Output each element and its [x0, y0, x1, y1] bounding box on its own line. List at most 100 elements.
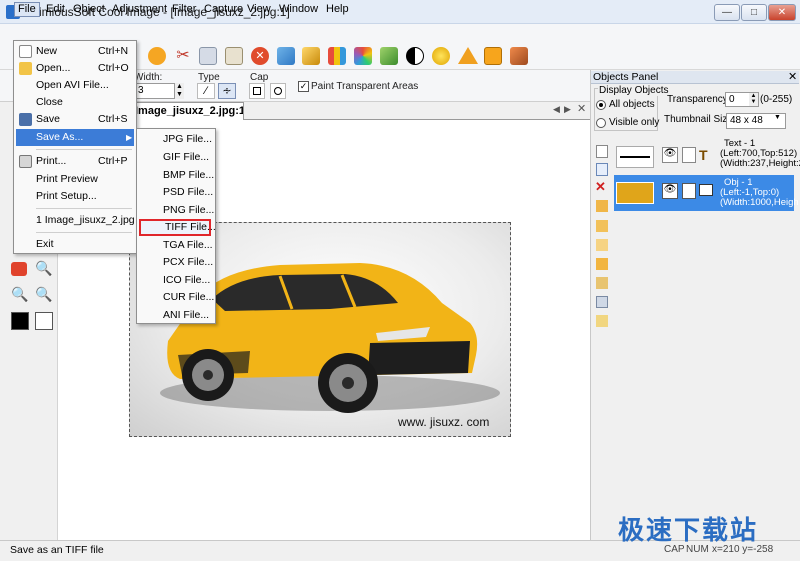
save-as-ico[interactable]: ICO File...: [139, 272, 211, 289]
zoom-fit-icon[interactable]: 🔍: [35, 286, 52, 303]
lock-toggle[interactable]: [682, 147, 696, 163]
save-as-pcx[interactable]: PCX File...: [139, 254, 213, 271]
duplicate-object-icon[interactable]: [596, 163, 608, 176]
menu-object[interactable]: Object: [70, 2, 108, 17]
save-as-cur[interactable]: CUR File...: [139, 289, 214, 306]
minimize-button[interactable]: —: [714, 4, 740, 21]
menu-item-open-avi[interactable]: Open AVI File...: [16, 77, 134, 94]
new-object-icon[interactable]: [596, 145, 608, 158]
effects-icon[interactable]: [380, 47, 398, 65]
all-objects-label: All objects: [609, 99, 655, 110]
tab-scroll-right-icon[interactable]: ▶: [564, 104, 571, 115]
save-as-tga[interactable]: TGA File...: [139, 237, 213, 254]
background-color-swatch[interactable]: [35, 312, 53, 330]
undo-icon[interactable]: [148, 47, 166, 65]
save-as-psd[interactable]: PSD File...: [139, 184, 213, 201]
document-tab[interactable]: Image_jisuxz_2.jpg:1: [131, 102, 244, 120]
menu-filter[interactable]: Filter: [169, 2, 199, 17]
zoom-out-icon[interactable]: 🔍: [11, 286, 28, 303]
save-as-tiff[interactable]: TIFF File...: [139, 219, 216, 236]
menu-item-open[interactable]: Open... Ctrl+O: [16, 60, 134, 77]
width-spinner[interactable]: ▲ ▼: [174, 83, 184, 99]
maximize-button[interactable]: □: [741, 4, 767, 21]
object-down-icon[interactable]: [596, 239, 608, 251]
cap-round[interactable]: [270, 83, 286, 99]
visible-only-radio[interactable]: [596, 118, 606, 128]
menu-adjustment[interactable]: Adjustment: [109, 2, 170, 17]
image-watermark-text: www. jisuxz. com: [398, 415, 490, 429]
close-window-button[interactable]: ✕: [768, 4, 796, 21]
object-up-icon[interactable]: [596, 220, 608, 232]
menu-edit[interactable]: Edit: [43, 2, 68, 17]
object-size: (Width:1000,Heigh: [720, 197, 799, 208]
sharpen-icon[interactable]: [458, 47, 478, 64]
line-type-straight[interactable]: ∕: [197, 83, 215, 99]
chevron-down-icon: ▼: [774, 114, 781, 121]
object-row[interactable]: 👁 T Text - 1 (Left:700,Top:512) (Width:2…: [614, 139, 800, 175]
printer-icon: [19, 155, 32, 168]
save-as-gif[interactable]: GIF File...: [139, 149, 211, 166]
cap-square[interactable]: [249, 83, 265, 99]
object-group-icon[interactable]: [596, 296, 608, 308]
save-as-png[interactable]: PNG File...: [139, 202, 214, 219]
paint-transparent-label: Paint Transparent Areas: [311, 81, 419, 92]
menu-file[interactable]: File: [14, 2, 40, 17]
object-thumbnail: [616, 146, 654, 168]
menu-separator: [36, 232, 132, 233]
object-top-icon[interactable]: [596, 258, 608, 270]
save-as-ani[interactable]: ANI File...: [139, 307, 211, 324]
menu-item-exit[interactable]: Exit: [16, 236, 134, 253]
save-icon: [19, 113, 32, 126]
type-label: Type: [198, 72, 220, 83]
transparency-spinner[interactable]: ▲ ▼: [749, 93, 758, 106]
save-as-submenu: JPG File... GIF File... BMP File... PSD …: [136, 128, 216, 324]
color-palette-icon[interactable]: [354, 47, 372, 65]
crop-icon[interactable]: [302, 47, 320, 65]
menu-view[interactable]: View: [244, 2, 274, 17]
save-as-jpg[interactable]: JPG File...: [139, 131, 212, 148]
paint-transparent-checkbox[interactable]: ✓: [298, 81, 309, 92]
contrast-icon[interactable]: [406, 47, 424, 65]
menu-window[interactable]: Window: [276, 2, 321, 17]
paste-icon[interactable]: [225, 47, 243, 65]
menu-item-recent-file[interactable]: 1 Image_jisuxz_2.jpg: [16, 212, 135, 229]
menu-capture[interactable]: Capture: [201, 2, 246, 17]
brightness-icon[interactable]: [432, 47, 450, 65]
cut-icon[interactable]: ✂: [174, 47, 192, 65]
menu-item-print-preview[interactable]: Print Preview: [16, 171, 134, 188]
histogram-icon[interactable]: [328, 47, 346, 65]
copy-icon[interactable]: [199, 47, 217, 65]
menu-item-print-setup[interactable]: Print Setup...: [16, 188, 134, 205]
visible-only-label: Visible only: [609, 117, 660, 128]
menu-item-close[interactable]: Close: [16, 94, 134, 111]
menu-item-print[interactable]: Print... Ctrl+P: [16, 153, 134, 170]
menu-separator: [36, 149, 132, 150]
image-object-icon: [699, 184, 713, 196]
shape-tool-icon[interactable]: [11, 262, 27, 276]
merge-object-icon[interactable]: [596, 200, 608, 212]
delete-icon[interactable]: ✕: [251, 47, 269, 65]
object-properties-icon[interactable]: [596, 315, 608, 327]
menu-item-save[interactable]: Save Ctrl+S: [16, 111, 134, 128]
all-objects-radio[interactable]: [596, 100, 606, 110]
camera-icon[interactable]: [484, 47, 502, 65]
eye-icon[interactable]: 👁: [662, 147, 678, 163]
save-as-bmp[interactable]: BMP File...: [139, 167, 214, 184]
lock-toggle[interactable]: [682, 183, 696, 199]
foreground-color-swatch[interactable]: [11, 312, 29, 330]
tab-scroll-left-icon[interactable]: ◀: [553, 104, 560, 115]
menu-item-save-as[interactable]: Save As... ▶: [16, 129, 134, 146]
tab-close-icon[interactable]: ✕: [577, 102, 586, 115]
image-icon[interactable]: [277, 47, 295, 65]
delete-object-icon[interactable]: ✕: [595, 179, 606, 195]
object-row-selected[interactable]: 👁 Obj - 1 (Left:-1,Top:0) (Width:1000,He…: [614, 175, 799, 211]
menu-help[interactable]: Help: [323, 2, 352, 17]
menu-item-new[interactable]: New Ctrl+N: [16, 43, 134, 60]
plugin-icon[interactable]: [510, 47, 528, 65]
object-bottom-icon[interactable]: [596, 277, 608, 289]
line-type-curve[interactable]: ∻: [218, 83, 236, 99]
cap-label: Cap: [250, 72, 269, 83]
panel-close-icon[interactable]: ✕: [788, 70, 797, 83]
eye-icon[interactable]: 👁: [662, 183, 678, 199]
zoom-in-icon[interactable]: 🔍: [35, 260, 52, 277]
